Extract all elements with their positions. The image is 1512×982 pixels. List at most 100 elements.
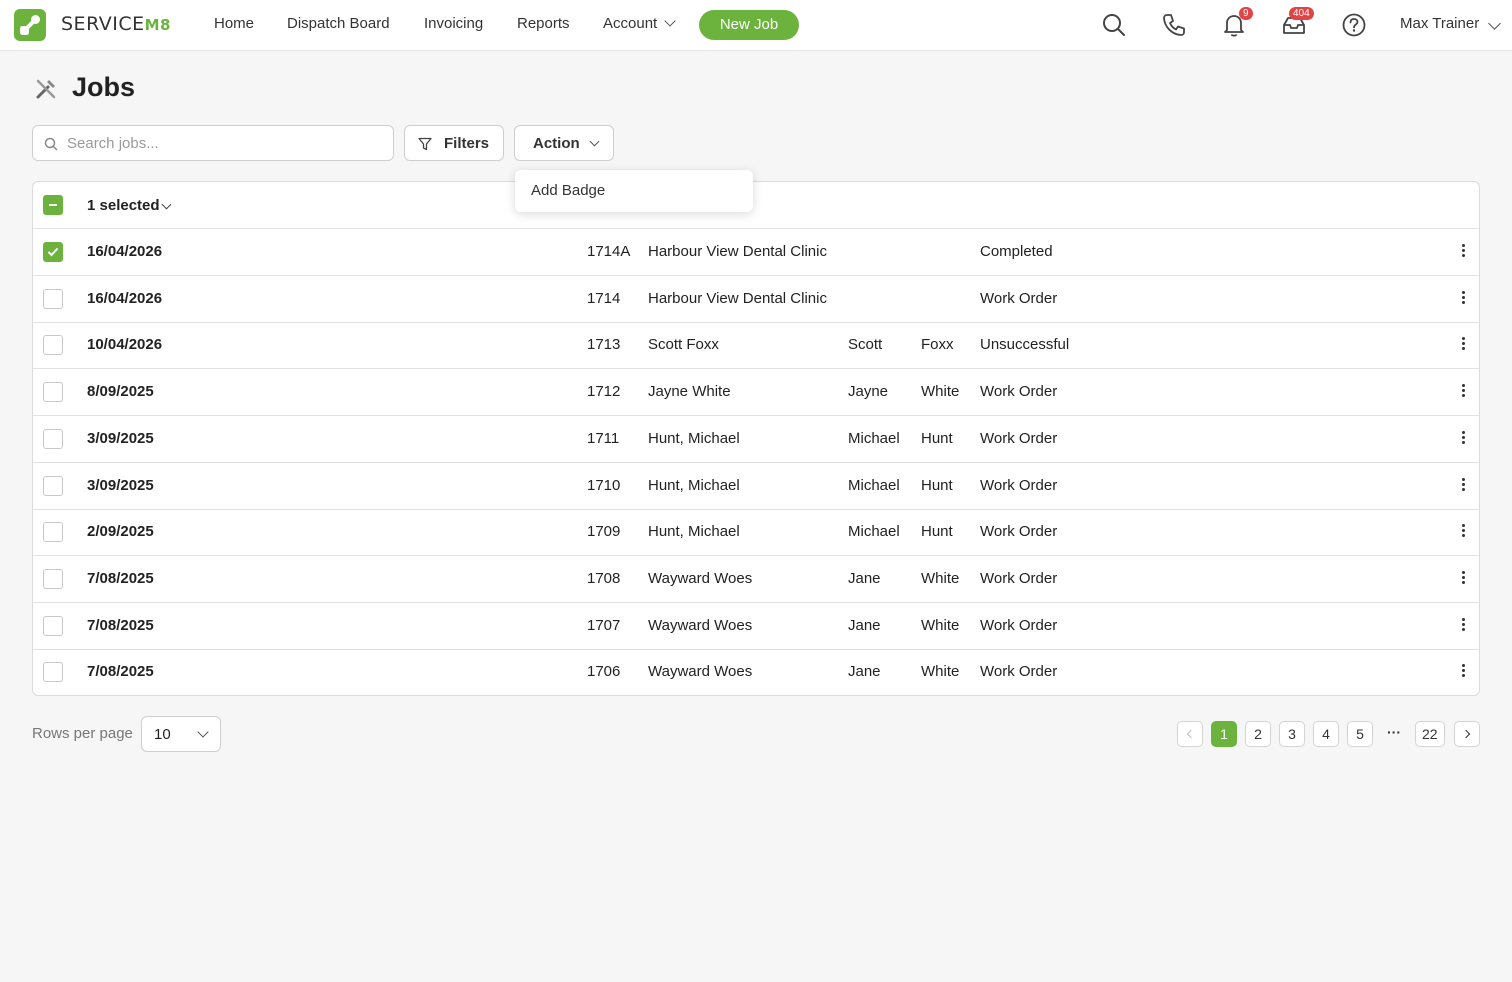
row-checkbox[interactable]	[43, 382, 63, 403]
job-number: 1710	[587, 476, 621, 494]
table-row[interactable]: 3/09/2025 1711 Hunt, Michael Michael Hunt Wor…	[33, 416, 1479, 463]
contact-last-name: Hunt	[921, 476, 953, 494]
brand-name: SERVICEM8	[61, 13, 171, 35]
job-date[interactable]: 8/09/2025	[87, 383, 154, 400]
row-more-icon[interactable]	[1459, 662, 1467, 682]
contact-first-name: Jane	[848, 569, 881, 587]
row-checkbox[interactable]	[43, 428, 63, 449]
row-checkbox[interactable]	[43, 335, 63, 356]
row-more-icon[interactable]	[1459, 335, 1467, 355]
table-row[interactable]: 16/04/2026 1714A Harbour View Dental Clini…	[33, 229, 1479, 276]
row-more-icon[interactable]	[1459, 382, 1467, 402]
row-more-icon[interactable]	[1459, 569, 1467, 589]
nav-dispatch-board[interactable]: Dispatch Board	[287, 15, 390, 32]
job-status: Work Order	[980, 663, 1058, 681]
row-more-icon[interactable]	[1459, 429, 1467, 449]
contact-last-name: White	[921, 663, 960, 681]
row-checkbox[interactable]	[43, 615, 63, 636]
next-page-button[interactable]	[1454, 721, 1480, 747]
nav-home[interactable]: Home	[214, 15, 254, 32]
job-date[interactable]: 10/04/2026	[87, 336, 162, 353]
job-number: 1709	[587, 523, 621, 541]
menu-item-add-badge[interactable]: Add Badge	[531, 182, 605, 199]
chevron-down-icon[interactable]	[1488, 17, 1501, 30]
action-label: Action	[533, 135, 580, 152]
help-icon[interactable]	[1340, 11, 1368, 39]
filter-icon	[418, 137, 432, 151]
row-more-icon[interactable]	[1459, 616, 1467, 636]
client-name: Hunt, Michael	[648, 476, 740, 494]
contact-last-name: White	[921, 569, 960, 587]
nav-account[interactable]: Account	[603, 15, 676, 32]
job-status: Work Order	[980, 616, 1058, 634]
contact-last-name: Hunt	[921, 429, 953, 447]
contact-first-name: Jane	[848, 616, 881, 634]
user-menu-name[interactable]: Max Trainer	[1400, 15, 1479, 32]
chevron-down-icon	[589, 136, 600, 147]
job-status: Work Order	[980, 476, 1058, 494]
job-date[interactable]: 16/04/2026	[87, 243, 162, 260]
nav-invoicing[interactable]: Invoicing	[424, 15, 483, 32]
client-name: Wayward Woes	[648, 663, 753, 681]
filters-button[interactable]: Filters	[404, 125, 504, 161]
job-date[interactable]: 7/08/2025	[87, 663, 154, 680]
job-date[interactable]: 3/09/2025	[87, 477, 154, 494]
phone-icon[interactable]	[1160, 11, 1188, 39]
job-number: 1714	[587, 289, 621, 307]
page-button-2[interactable]: 2	[1245, 721, 1271, 747]
job-date[interactable]: 7/08/2025	[87, 617, 154, 634]
search-icon[interactable]	[1100, 11, 1128, 39]
table-row[interactable]: 8/09/2025 1712 Jayne White Jayne White Work O…	[33, 369, 1479, 417]
row-checkbox[interactable]	[43, 288, 63, 309]
nav-reports[interactable]: Reports	[517, 15, 570, 32]
rows-per-page-select[interactable]: 10	[141, 716, 221, 752]
client-name: Scott Foxx	[648, 336, 719, 354]
table-row[interactable]: 7/08/2025 1706 Wayward Woes Jane White Work O…	[33, 649, 1479, 695]
job-status: Work Order	[980, 289, 1058, 307]
table-row[interactable]: 3/09/2025 1710 Hunt, Michael Michael Hunt Wor…	[33, 463, 1479, 510]
page-button-4[interactable]: 4	[1313, 721, 1339, 747]
table-row[interactable]: 7/08/2025 1707 Wayward Woes Jane White Work O…	[33, 603, 1479, 650]
search-box[interactable]	[32, 125, 394, 161]
chevron-down-icon[interactable]	[161, 199, 172, 210]
job-date[interactable]: 2/09/2025	[87, 523, 154, 540]
page-button-5[interactable]: 5	[1347, 721, 1373, 747]
row-checkbox[interactable]	[43, 242, 63, 262]
row-more-icon[interactable]	[1459, 289, 1467, 309]
job-date[interactable]: 7/08/2025	[87, 570, 154, 587]
client-name: Wayward Woes	[648, 569, 753, 587]
row-checkbox[interactable]	[43, 568, 63, 589]
row-more-icon[interactable]	[1459, 242, 1467, 262]
row-more-icon[interactable]	[1459, 476, 1467, 496]
table-row[interactable]: 16/04/2026 1714 Harbour View Dental Clinic…	[33, 276, 1479, 323]
table-row[interactable]: 10/04/2026 1713 Scott Foxx Scott Foxx Unsucce…	[33, 322, 1479, 370]
row-checkbox[interactable]	[43, 475, 63, 496]
page-button-last[interactable]: 22	[1415, 721, 1445, 747]
table-row[interactable]: 7/08/2025 1708 Wayward Woes Jane White Work O…	[33, 556, 1479, 603]
job-status: Unsuccessful	[980, 336, 1070, 354]
job-number: 1712	[587, 383, 621, 401]
rows-per-page-value: 10	[154, 726, 171, 743]
job-status: Work Order	[980, 523, 1058, 541]
previous-page-button[interactable]	[1177, 721, 1203, 747]
select-all-checkbox[interactable]	[43, 195, 63, 215]
contact-last-name: Hunt	[921, 523, 953, 541]
search-input[interactable]	[67, 126, 387, 160]
page-button-3[interactable]: 3	[1279, 721, 1305, 747]
row-checkbox[interactable]	[43, 662, 63, 683]
tools-icon	[34, 77, 58, 101]
servicem8-logo-icon[interactable]	[14, 9, 46, 41]
table-row[interactable]: 2/09/2025 1709 Hunt, Michael Michael Hunt Wor…	[33, 509, 1479, 557]
job-date[interactable]: 16/04/2026	[87, 290, 162, 307]
job-number: 1711	[587, 429, 620, 447]
row-more-icon[interactable]	[1459, 522, 1467, 542]
action-button[interactable]: Action	[514, 125, 614, 161]
job-status: Work Order	[980, 383, 1058, 401]
page-button-1[interactable]: 1	[1211, 721, 1237, 747]
chevron-right-icon	[1461, 729, 1471, 739]
selected-count[interactable]: 1 selected	[87, 197, 160, 214]
client-name: Hunt, Michael	[648, 523, 740, 541]
new-job-button[interactable]: New Job	[699, 10, 799, 40]
row-checkbox[interactable]	[43, 522, 63, 543]
job-date[interactable]: 3/09/2025	[87, 430, 154, 447]
